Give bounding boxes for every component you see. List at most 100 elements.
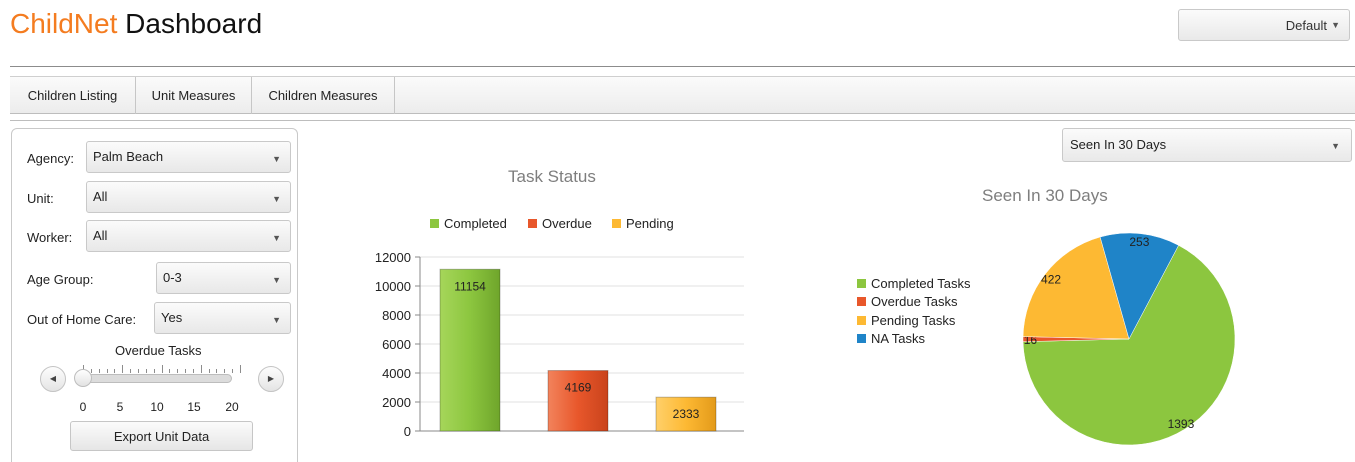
age-group-value: 0-3 bbox=[163, 270, 182, 285]
chevron-down-icon: ▼ bbox=[1331, 141, 1340, 151]
slider-tick bbox=[122, 365, 124, 373]
pie-legend-pending[interactable]: Pending Tasks bbox=[857, 313, 955, 328]
pie-value-label: 422 bbox=[1041, 273, 1061, 287]
chevron-down-icon: ▼ bbox=[272, 315, 281, 325]
worker-select[interactable]: All ▼ bbox=[86, 220, 291, 252]
bar-legend-overdue[interactable]: Overdue bbox=[528, 216, 592, 231]
chevron-down-icon: ▼ bbox=[272, 275, 281, 285]
view-select[interactable]: Default ▼ bbox=[1178, 9, 1350, 41]
worker-label: Worker: bbox=[27, 230, 73, 245]
bar-legend-pending[interactable]: Pending bbox=[612, 216, 674, 231]
slider-tick bbox=[192, 369, 194, 373]
pie-legend-overdue[interactable]: Overdue Tasks bbox=[857, 294, 957, 309]
unit-value: All bbox=[93, 189, 108, 204]
tab-unit-measures[interactable]: Unit Measures bbox=[136, 77, 252, 114]
legend-label: Pending bbox=[626, 216, 674, 231]
slider-tick bbox=[240, 365, 241, 373]
bar-value-label: 11154 bbox=[454, 279, 486, 293]
legend-swatch bbox=[612, 219, 621, 228]
chevron-left-icon: ◀ bbox=[49, 374, 57, 383]
slider-tick bbox=[224, 369, 226, 373]
overdue-slider-handle[interactable] bbox=[74, 369, 92, 387]
chevron-down-icon: ▼ bbox=[272, 154, 281, 164]
slider-tick bbox=[169, 369, 171, 373]
tab-bar: Children Listing Unit Measures Children … bbox=[10, 76, 1355, 114]
out-of-home-care-value: Yes bbox=[161, 310, 183, 325]
pie-value-label: 253 bbox=[1129, 235, 1149, 249]
unit-label: Unit: bbox=[27, 191, 54, 206]
slider-tick bbox=[106, 369, 108, 373]
tab-label: Children Listing bbox=[27, 88, 118, 103]
tab-label: Children Measures bbox=[268, 88, 378, 103]
age-group-select[interactable]: 0-3 ▼ bbox=[156, 262, 291, 294]
bar-legend-completed[interactable]: Completed bbox=[430, 216, 507, 231]
slider-tick bbox=[153, 369, 155, 373]
slider-tick bbox=[90, 369, 92, 373]
filter-panel: Agency: Palm Beach ▼ Unit: All ▼ Worker:… bbox=[11, 128, 298, 462]
chevron-down-icon: ▼ bbox=[272, 233, 281, 243]
slider-tick-label: 15 bbox=[187, 400, 201, 414]
agency-label: Agency: bbox=[27, 151, 74, 166]
agency-select[interactable]: Palm Beach ▼ bbox=[86, 141, 291, 173]
bar-completed[interactable] bbox=[439, 268, 501, 432]
legend-swatch bbox=[430, 219, 439, 228]
seen-in-30-days-pie-chart: 139316422253 bbox=[1022, 232, 1236, 446]
pie-legend-completed[interactable]: Completed Tasks bbox=[857, 276, 970, 291]
slider-tick bbox=[208, 369, 210, 373]
age-group-label: Age Group: bbox=[27, 272, 94, 287]
worker-value: All bbox=[93, 228, 108, 243]
chevron-down-icon: ▼ bbox=[1331, 20, 1340, 30]
y-tick-label: 10000 bbox=[375, 279, 411, 294]
slider-tick bbox=[177, 369, 179, 373]
y-tick-label: 6000 bbox=[382, 337, 411, 352]
divider bbox=[10, 120, 1355, 121]
legend-label: Completed bbox=[444, 216, 507, 231]
pie-value-label: 1393 bbox=[1168, 417, 1195, 431]
legend-swatch bbox=[857, 297, 866, 306]
page-title: ChildNet Dashboard bbox=[10, 8, 262, 40]
pie-chart-title: Seen In 30 Days bbox=[982, 186, 1108, 205]
legend-swatch bbox=[857, 334, 866, 343]
view-select-value: Default bbox=[1285, 18, 1327, 33]
slider-tick-label: 20 bbox=[225, 400, 239, 414]
brand-name: ChildNet bbox=[10, 8, 118, 39]
out-of-home-care-select[interactable]: Yes ▼ bbox=[154, 302, 291, 334]
export-unit-data-button[interactable]: Export Unit Data bbox=[70, 421, 253, 451]
legend-label: NA Tasks bbox=[871, 331, 925, 346]
bar-value-label: 4169 bbox=[565, 381, 592, 395]
unit-select[interactable]: All ▼ bbox=[86, 181, 291, 213]
y-tick-label: 4000 bbox=[382, 366, 411, 381]
slider-tick bbox=[137, 369, 139, 373]
slider-decrease-button[interactable]: ◀ bbox=[40, 366, 66, 392]
seen-period-value: Seen In 30 Days bbox=[1070, 137, 1167, 152]
slider-tick bbox=[216, 369, 218, 373]
slider-tick-label: 5 bbox=[116, 400, 124, 414]
tab-children-listing[interactable]: Children Listing bbox=[10, 77, 136, 114]
agency-value: Palm Beach bbox=[93, 149, 164, 164]
overdue-slider-title: Overdue Tasks bbox=[115, 343, 202, 358]
dashboard-title: Dashboard bbox=[125, 8, 263, 39]
legend-label: Overdue Tasks bbox=[871, 294, 958, 309]
legend-swatch bbox=[857, 316, 866, 325]
slider-tick-label: 0 bbox=[79, 400, 87, 414]
legend-label: Pending Tasks bbox=[871, 313, 956, 328]
legend-swatch bbox=[528, 219, 537, 228]
out-of-home-care-label: Out of Home Care: bbox=[27, 312, 137, 327]
slider-tick bbox=[114, 369, 116, 373]
y-tick-label: 2000 bbox=[382, 395, 411, 410]
tab-label: Unit Measures bbox=[151, 88, 236, 103]
slider-tick bbox=[161, 365, 163, 373]
slider-tick bbox=[130, 369, 132, 373]
bar-chart-title: Task Status bbox=[508, 167, 596, 186]
slider-tick bbox=[200, 365, 202, 373]
slider-tick-label: 10 bbox=[150, 400, 164, 414]
slider-tick bbox=[145, 369, 147, 373]
y-tick-label: 0 bbox=[404, 424, 411, 439]
overdue-slider-track[interactable] bbox=[80, 374, 232, 383]
y-tick-label: 12000 bbox=[375, 250, 411, 265]
pie-legend-na[interactable]: NA Tasks bbox=[857, 331, 925, 346]
tab-children-measures[interactable]: Children Measures bbox=[252, 77, 395, 114]
seen-period-select[interactable]: Seen In 30 Days ▼ bbox=[1062, 128, 1352, 162]
slider-increase-button[interactable]: ▶ bbox=[258, 366, 284, 392]
bar-value-label: 2333 bbox=[673, 407, 700, 421]
